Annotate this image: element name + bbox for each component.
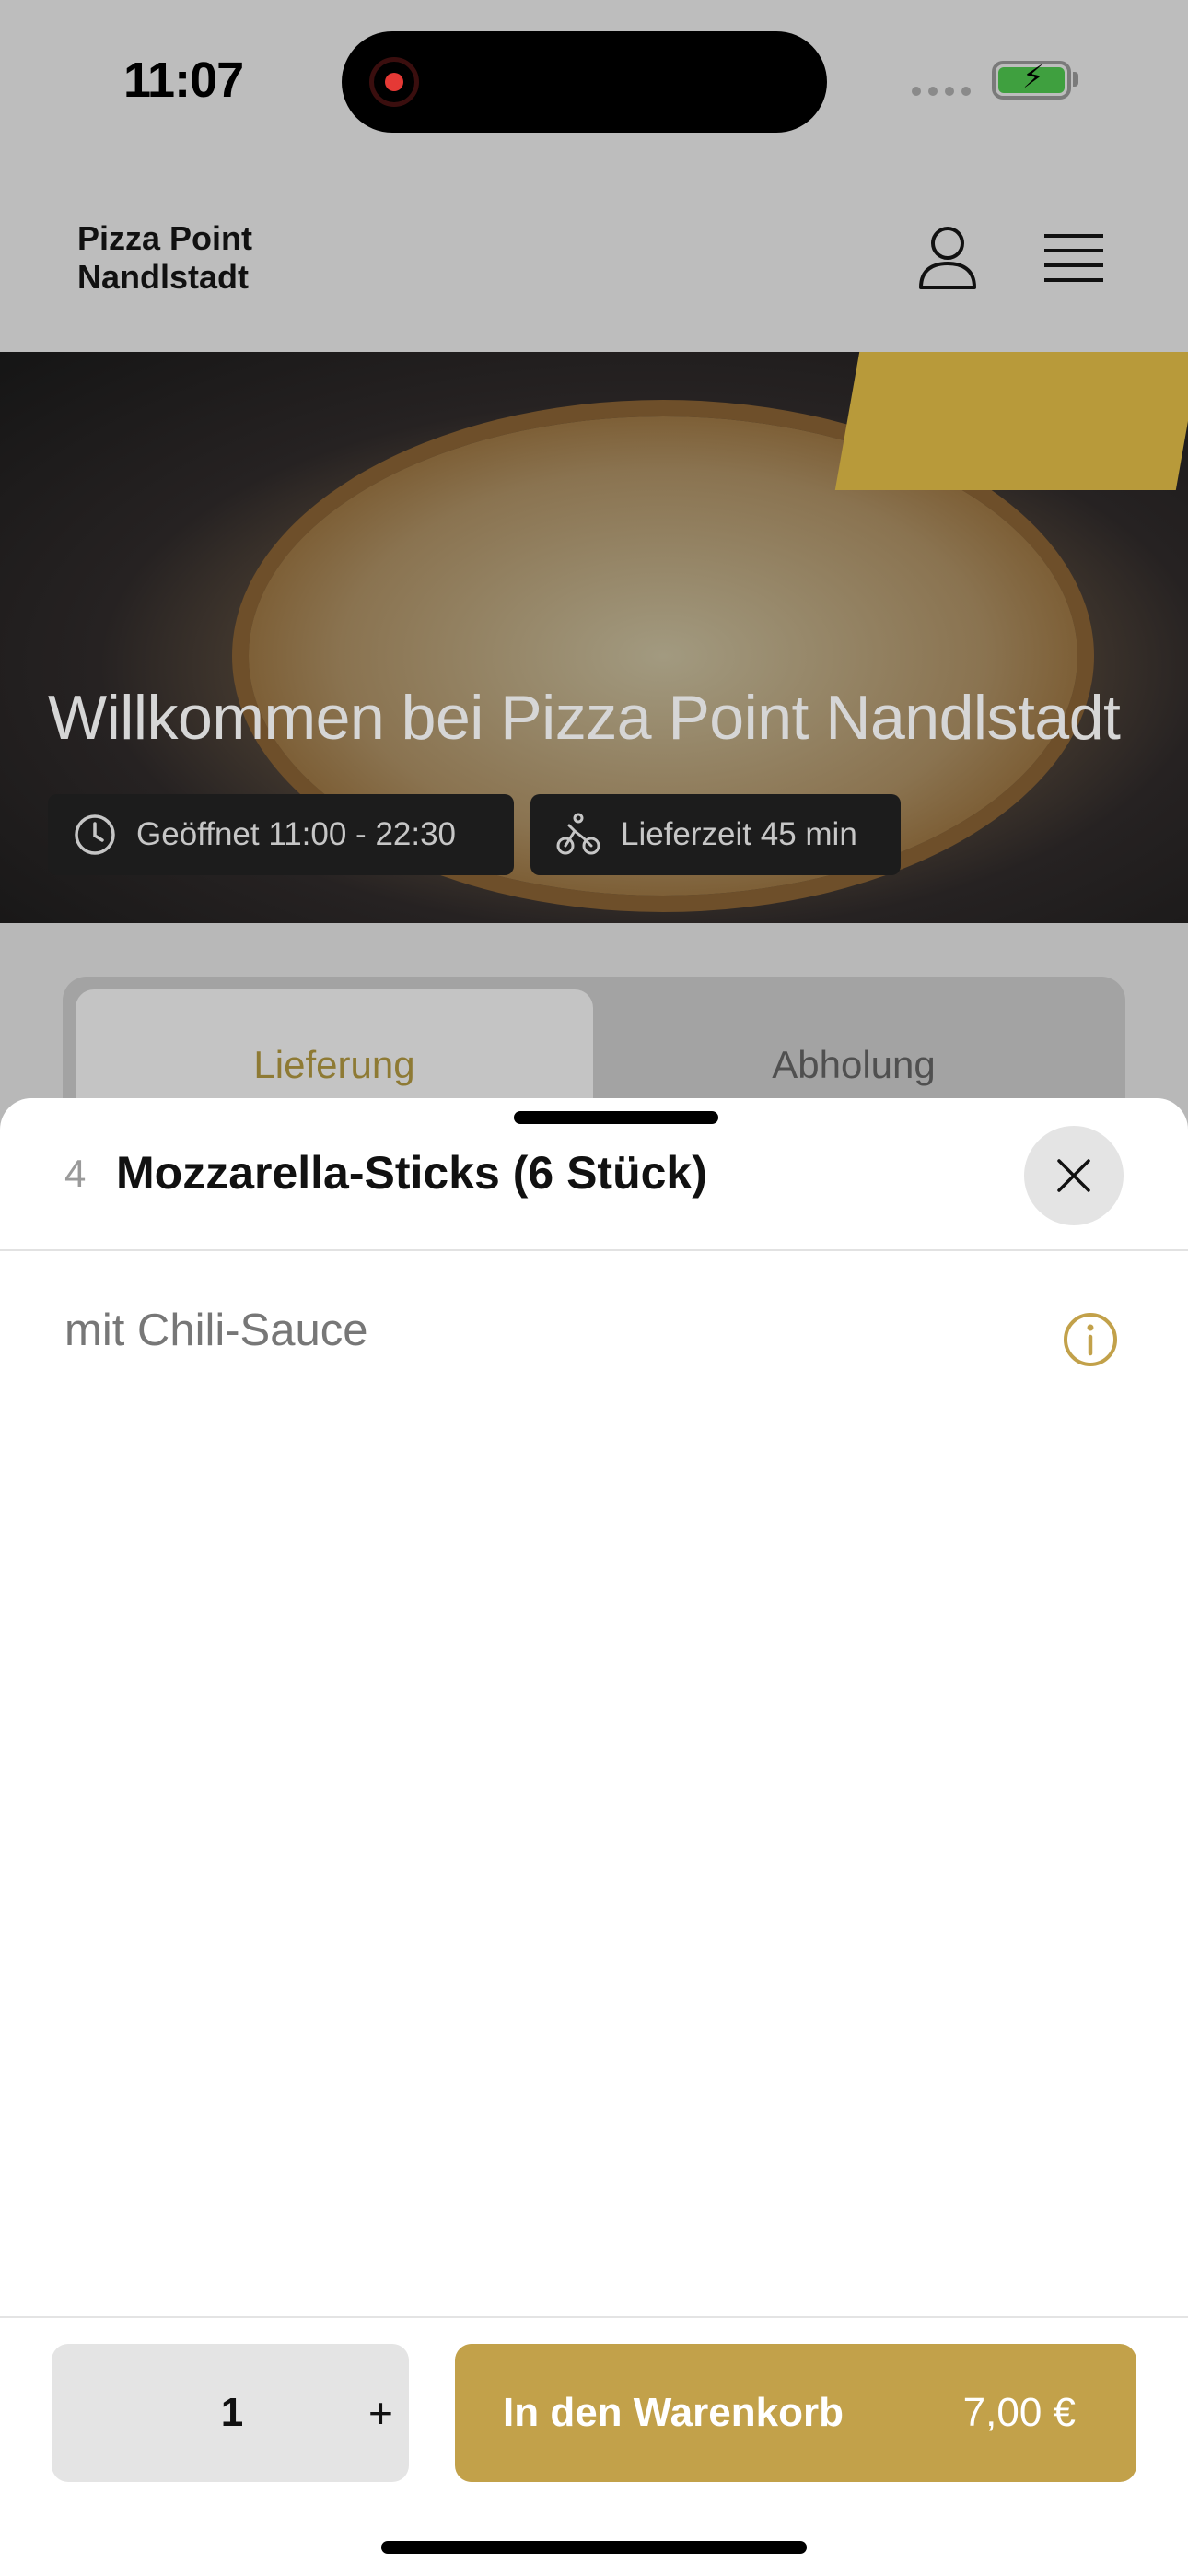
bicycle-courier-icon bbox=[556, 813, 600, 855]
product-detail-sheet: 4 Mozzarella-Sticks (6 Stück) mit Chili-… bbox=[0, 1098, 1188, 2576]
quantity-plus-button[interactable]: + bbox=[368, 2388, 393, 2438]
delivery-time-text: Lieferzeit 45 min bbox=[621, 816, 857, 852]
hamburger-menu-icon[interactable] bbox=[1044, 232, 1103, 284]
restaurant-name[interactable]: Pizza Point Nandlstadt bbox=[77, 219, 252, 297]
divider bbox=[0, 2316, 1188, 2318]
item-price: 7,00 € bbox=[962, 2390, 1076, 2435]
screen-recording-icon bbox=[369, 57, 419, 107]
cheese-image bbox=[834, 352, 1188, 490]
home-indicator[interactable] bbox=[381, 2541, 807, 2554]
cellular-signal-icon bbox=[912, 87, 971, 96]
status-time: 11:07 bbox=[123, 53, 244, 108]
delivery-time-badge: Lieferzeit 45 min bbox=[530, 794, 901, 875]
battery-charging-icon: ⚡ bbox=[992, 61, 1071, 100]
close-button[interactable] bbox=[1024, 1126, 1124, 1225]
item-description: mit Chili-Sauce bbox=[64, 1306, 368, 1355]
item-title: Mozzarella-Sticks (6 Stück) bbox=[116, 1147, 707, 1199]
add-to-cart-label: In den Warenkorb bbox=[503, 2390, 844, 2435]
clock-icon bbox=[75, 814, 115, 855]
sheet-grabber[interactable] bbox=[514, 1111, 718, 1124]
divider bbox=[0, 1249, 1188, 1251]
close-icon bbox=[1057, 1159, 1090, 1192]
hero-title: Willkommen bei Pizza Point Nandlstadt bbox=[48, 683, 1121, 753]
status-bar: 11:07 ⚡ bbox=[0, 0, 1188, 166]
opening-hours-text: Geöffnet 11:00 - 22:30 bbox=[136, 816, 457, 852]
quantity-stepper: 1 + bbox=[52, 2344, 409, 2482]
opening-hours-badge: Geöffnet 11:00 - 22:30 bbox=[48, 794, 514, 875]
app-header: Pizza Point Nandlstadt bbox=[0, 166, 1188, 354]
hero-banner: Willkommen bei Pizza Point Nandlstadt Ge… bbox=[0, 352, 1188, 923]
user-icon[interactable] bbox=[917, 225, 978, 291]
dynamic-island bbox=[342, 31, 827, 133]
add-to-cart-button[interactable]: In den Warenkorb 7,00 € bbox=[455, 2344, 1136, 2482]
battery-nub bbox=[1073, 72, 1078, 87]
item-number: 4 bbox=[64, 1152, 87, 1195]
info-icon[interactable] bbox=[1063, 1312, 1118, 1367]
quantity-value: 1 bbox=[220, 2390, 244, 2435]
